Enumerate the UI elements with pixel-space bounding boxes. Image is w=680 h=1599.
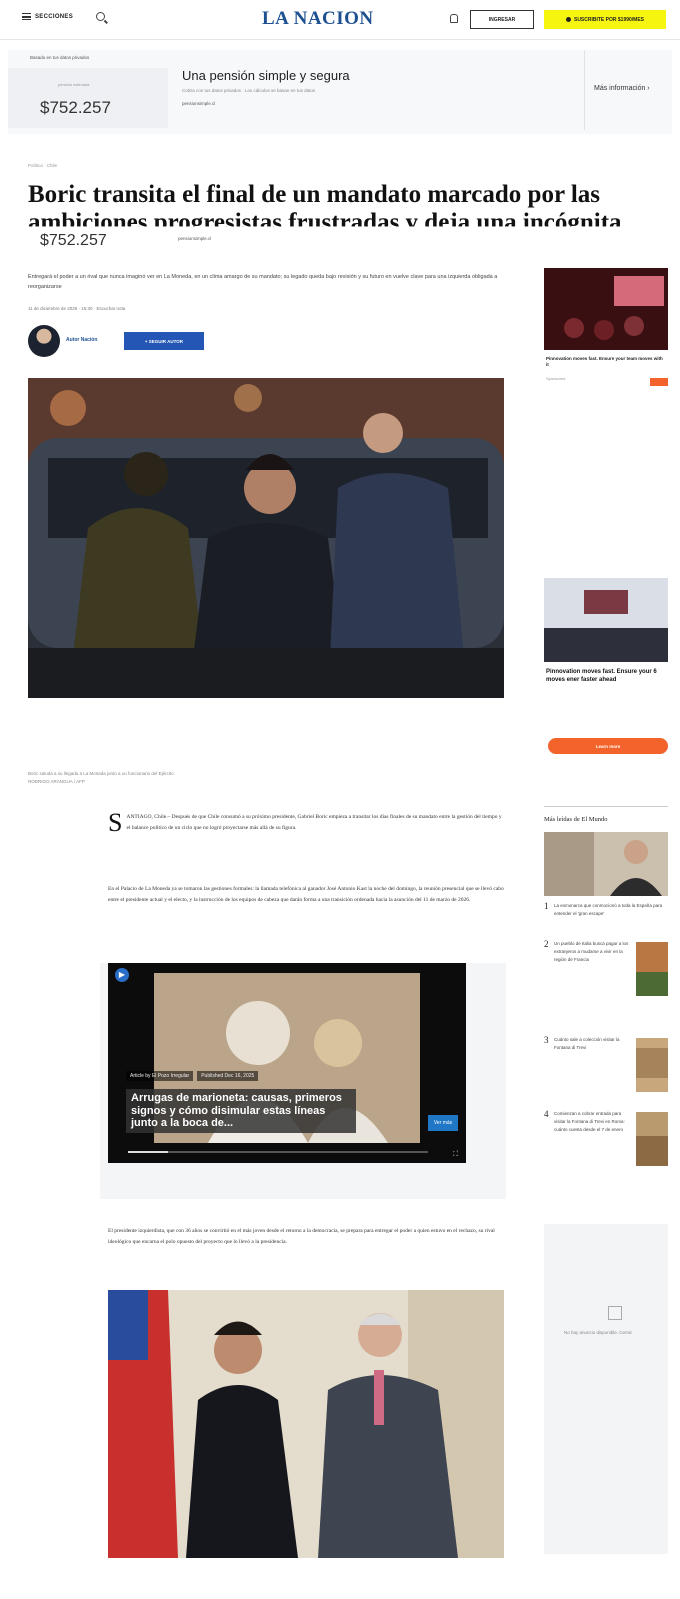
article-paragraph-1: S ANTIAGO, Chile.– Después de que Chile c…: [108, 808, 504, 837]
ad-more-link[interactable]: Más información ›: [594, 85, 650, 92]
article-paragraph-3: El presidente izquierdista, que con 36 a…: [108, 1228, 495, 1245]
rank-text: Comienzan a cobrar entrada para visitar …: [554, 1111, 625, 1132]
article-second-photo: [108, 1290, 504, 1558]
play-icon[interactable]: ▶: [114, 968, 130, 982]
photo-caption: Boric saluda a su llegada a La Moneda ju…: [28, 770, 504, 786]
most-read-item-2[interactable]: 2 Un pueblo de Italia busca pagar a los …: [544, 940, 668, 1028]
site-logo[interactable]: LA NACION: [262, 8, 374, 30]
rail-ad2-title[interactable]: Pinnovation moves fast. Ensure your 6 mo…: [546, 668, 666, 684]
rail-divider: [544, 806, 668, 807]
author-avatar[interactable]: [28, 325, 60, 357]
rank-text: Cuánto sale a colección visitar la Fonta…: [554, 1037, 620, 1050]
subscribe-icon: [565, 17, 571, 22]
notification-icon[interactable]: [450, 14, 458, 23]
article-main-photo: [28, 378, 504, 698]
rail-ad1-source: Sponsored: [546, 376, 566, 381]
rank-thumbnail: [636, 1038, 668, 1092]
ad-tiny-label: pensión estimada: [58, 82, 90, 87]
rail-ad2-button[interactable]: Learn more: [548, 738, 668, 754]
ad-url[interactable]: pensionsimple.cl: [182, 101, 215, 106]
rank-text: Un pueblo de Italia busca pagar a los ex…: [554, 941, 629, 962]
most-read-item-1[interactable]: 1 La exmonarca que conmocionó a toda la …: [544, 902, 668, 932]
most-read-lead-image[interactable]: [544, 832, 668, 896]
most-read-item-3[interactable]: 3 Cuánto sale a colección visitar la Fon…: [544, 1036, 668, 1100]
rank-number: 3: [544, 1035, 549, 1045]
video-tags: Article by El Pozo Irregular Published D…: [126, 1071, 259, 1081]
subscribe-button[interactable]: SUSCRIBITE POR $1990/MES: [544, 10, 666, 29]
breadcrumb[interactable]: Política · Chile: [28, 163, 57, 168]
most-read-title: Más leídas de El Mundo: [544, 816, 608, 823]
video-player[interactable]: Article by El Pozo Irregular Published D…: [108, 963, 466, 1163]
author-name[interactable]: Autor Nación: [66, 337, 97, 343]
second-photo-illustration: [108, 1290, 504, 1558]
ad-more-label: Más información: [594, 85, 646, 92]
rank-thumbnail: [636, 1112, 668, 1166]
rank-number: 4: [544, 1109, 549, 1119]
rail-ad-illustration: [544, 268, 668, 762]
fullscreen-icon[interactable]: ⛶: [453, 1151, 458, 1159]
video-thumbnail: [108, 963, 466, 1163]
ad-title[interactable]: Una pensión simple y segura: [182, 68, 350, 83]
ad-price: $752.257: [40, 98, 111, 117]
article-meta: 11 de diciembre de 2025 · 15:30 · Escuch…: [28, 306, 126, 311]
ad-subtitle: Cotiza con tus datos privados · Los cálc…: [182, 88, 316, 93]
ad-divider: [584, 50, 585, 130]
top-bar: SECCIONES LA NACION INGRESAR SUSCRIBITE …: [0, 0, 680, 40]
article-lead: Entregará el poder a un rival que nunca …: [28, 274, 498, 290]
caption-text: Boric saluda a su llegada a La Moneda ju…: [28, 771, 174, 776]
most-read-lead-illustration: [544, 832, 668, 896]
ad-placeholder-text[interactable]: No hay anuncio disponible. Cerrar: [564, 1330, 632, 1335]
rank-number: 2: [544, 939, 549, 949]
follow-author-button[interactable]: + SEGUIR AUTOR: [124, 332, 204, 350]
subscribe-label: SUSCRIBITE POR $1990/MES: [573, 16, 645, 23]
video-published-tag: Published Dec 16, 2025: [197, 1071, 259, 1081]
caption-credit: RODRIGO ARANGUA / AFP: [28, 779, 85, 784]
main-photo-illustration: [28, 378, 504, 698]
article-headline: Boric transita el final de un mandato ma…: [28, 181, 622, 227]
ad-small-label: Basado en tus datos privados: [30, 55, 90, 60]
video-cta-button[interactable]: Ver más: [428, 1115, 458, 1131]
article-paragraph-2: En el Palacio de La Moneda ya se tomaron…: [108, 886, 504, 903]
drop-cap: S: [108, 808, 123, 837]
search-icon[interactable]: [96, 12, 105, 21]
rail-ad1-title[interactable]: Pinnovation moves fast. Ensure your team…: [546, 356, 666, 368]
video-title[interactable]: Arrugas de marioneta: causas, primeros s…: [126, 1089, 356, 1133]
ad-placeholder-icon: [608, 1306, 622, 1320]
rank-thumbnail: [636, 942, 668, 996]
most-read-item-4[interactable]: 4 Comienzan a cobrar entrada para visita…: [544, 1110, 668, 1206]
menu-label: SECCIONES: [35, 13, 74, 20]
sticky-ad-price: $752.257: [28, 232, 178, 254]
video-author-tag: Article by El Pozo Irregular: [126, 1071, 194, 1081]
hamburger-icon: [22, 13, 31, 20]
top-ad-banner[interactable]: [8, 50, 672, 134]
paragraph-1-text: ANTIAGO, Chile.– Después de que Chile co…: [126, 814, 502, 831]
menu-button[interactable]: SECCIONES: [22, 13, 73, 20]
rank-number: 1: [544, 901, 549, 911]
sticky-ad-url[interactable]: pensionsimple.cl: [178, 236, 211, 241]
rail-ad-empty: No hay anuncio disponible. Cerrar: [544, 1224, 668, 1554]
rank-text: La exmonarca que conmocionó a toda la Es…: [554, 903, 663, 916]
rail-ad-1[interactable]: Pinnovation moves fast. Ensure your team…: [544, 268, 668, 762]
login-button[interactable]: INGRESAR: [470, 10, 534, 29]
